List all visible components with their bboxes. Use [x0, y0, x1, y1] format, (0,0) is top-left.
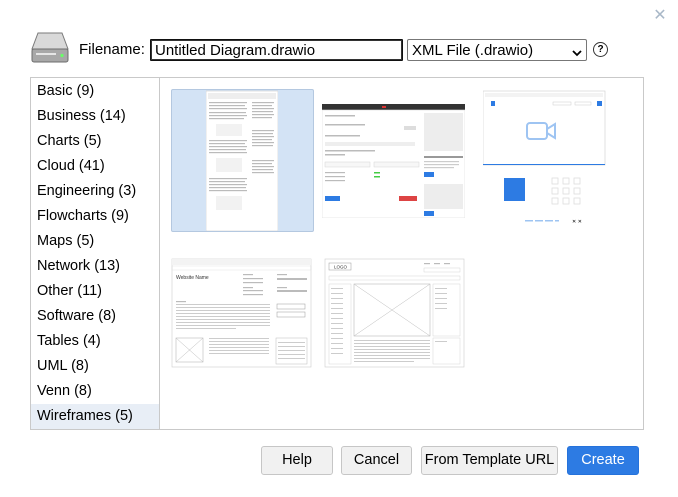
hard-drive-icon — [30, 31, 70, 65]
filename-label: Filename: — [79, 41, 145, 58]
template-panel: Basic (9) Business (14) Charts (5) Cloud (4… — [30, 77, 644, 430]
category-item[interactable]: UML (8) — [31, 354, 159, 379]
template-preview-3: ✕ ✕ — [483, 90, 606, 225]
category-item[interactable]: Tables (4) — [31, 329, 159, 354]
template-preview-1 — [206, 90, 278, 231]
category-item[interactable]: Maps (5) — [31, 229, 159, 254]
cancel-button[interactable]: Cancel — [341, 446, 412, 475]
template-thumbnail-5[interactable]: LOGO — [324, 258, 465, 368]
category-sidebar: Basic (9) Business (14) Charts (5) Cloud (4… — [31, 78, 160, 429]
format-select[interactable]: XML File (.drawio) — [407, 39, 587, 61]
create-button[interactable]: Create — [567, 446, 639, 475]
template-thumbnail-4[interactable]: Website Name — [171, 258, 312, 368]
help-button[interactable]: Help — [261, 446, 333, 475]
category-item[interactable]: Basic (9) — [31, 79, 159, 104]
template-thumbnail-1[interactable] — [171, 89, 314, 232]
category-item[interactable]: Wireframes (5) — [31, 404, 159, 429]
filename-input[interactable] — [150, 39, 403, 61]
thumbnail-logo: LOGO — [334, 265, 348, 270]
category-item[interactable]: Other (11) — [31, 279, 159, 304]
template-thumbnail-3[interactable]: ✕ ✕ — [477, 89, 618, 230]
help-icon[interactable]: ? — [593, 42, 608, 57]
from-template-url-button[interactable]: From Template URL — [421, 446, 558, 475]
thumbnail-website-name: Website Name — [176, 275, 209, 281]
category-item[interactable]: Software (8) — [31, 304, 159, 329]
category-item[interactable]: Engineering (3) — [31, 179, 159, 204]
category-item[interactable]: Business (14) — [31, 104, 159, 129]
category-item[interactable]: Charts (5) — [31, 129, 159, 154]
close-icon[interactable]: ✕ — [652, 8, 668, 24]
chevron-down-icon — [572, 45, 582, 57]
category-item[interactable]: Flowcharts (9) — [31, 204, 159, 229]
template-preview-2 — [322, 104, 465, 218]
category-item[interactable]: Cloud (41) — [31, 154, 159, 179]
template-preview-4: Website Name — [171, 258, 312, 368]
format-select-value: XML File (.drawio) — [412, 42, 534, 59]
category-item[interactable]: Venn (8) — [31, 379, 159, 404]
svg-text:✕ ✕: ✕ ✕ — [572, 219, 582, 225]
template-thumbnail-2[interactable] — [322, 100, 465, 218]
category-item[interactable]: Network (13) — [31, 254, 159, 279]
template-preview-5: LOGO — [324, 258, 465, 368]
